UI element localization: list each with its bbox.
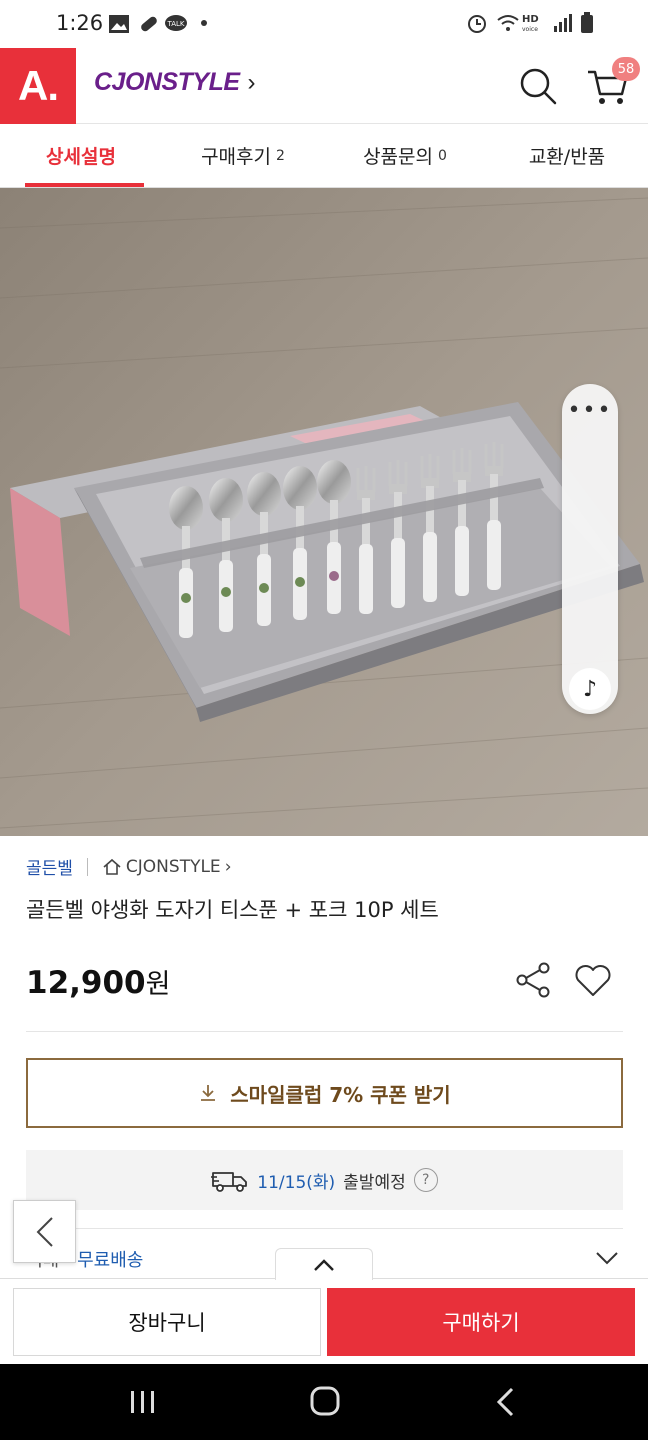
- tab-reviews[interactable]: 구매후기 2: [162, 124, 324, 187]
- product-photo: [0, 188, 648, 836]
- tab-count: 2: [276, 147, 285, 164]
- floating-side-panel: ••• ♪: [562, 384, 618, 714]
- price-currency: 원: [145, 969, 171, 1000]
- delivery-value: 무료배송: [77, 1250, 144, 1271]
- wifi-hd-icon: HDvoice: [497, 14, 539, 33]
- alarm-icon: [468, 15, 486, 33]
- dot-icon: [201, 20, 207, 26]
- back-button[interactable]: [13, 1200, 76, 1263]
- brand-chevron: ›: [247, 68, 256, 96]
- tab-exchange[interactable]: 교환/반품: [486, 124, 648, 187]
- pill-icon: [141, 16, 157, 32]
- help-icon[interactable]: ?: [413, 1168, 438, 1192]
- brand-row: 골든벨 CJONSTYLE ›: [26, 854, 232, 880]
- app-header: A. CJONSTYLE ›: [0, 48, 648, 124]
- home-nav-icon[interactable]: [310, 1386, 340, 1416]
- product-image[interactable]: [0, 188, 648, 836]
- product-price: 12,900원: [26, 962, 170, 1001]
- music-note-icon[interactable]: ♪: [569, 668, 611, 710]
- tab-count: 0: [438, 147, 447, 164]
- talk-icon: TALK: [165, 15, 187, 31]
- back-nav-icon[interactable]: [494, 1387, 518, 1417]
- collapse-toggle[interactable]: [275, 1248, 373, 1280]
- svg-text:voice: voice: [522, 26, 538, 33]
- status-time: 1:26: [56, 11, 104, 35]
- divider: [26, 1031, 623, 1032]
- coupon-label: 스마일클럽 7% 쿠폰 받기: [230, 1082, 451, 1107]
- product-brand-link[interactable]: 골든벨: [26, 854, 73, 879]
- status-bar: 1:26 TALK HD voice: [0, 0, 648, 48]
- shop-chevron: ›: [224, 856, 232, 877]
- home-icon: [103, 858, 121, 875]
- battery-icon: [581, 12, 593, 33]
- brand-name: CJONSTYLE: [94, 68, 240, 96]
- tab-label: 구매후기: [201, 146, 271, 168]
- signal-icon: [554, 14, 572, 32]
- search-icon[interactable]: [518, 66, 558, 106]
- heart-icon[interactable]: [574, 962, 612, 998]
- svg-text:TALK: TALK: [166, 20, 184, 28]
- download-icon: [201, 1085, 216, 1101]
- brand-link[interactable]: CJONSTYLE ›: [94, 68, 256, 97]
- shop-link[interactable]: CJONSTYLE ›: [102, 857, 232, 877]
- buy-now-button[interactable]: 구매하기: [327, 1288, 635, 1356]
- gallery-icon: [109, 15, 129, 33]
- shop-name: CJONSTYLE: [125, 856, 221, 877]
- shipping-date: 11/15(화): [257, 1172, 336, 1193]
- svg-text:HD: HD: [522, 14, 539, 25]
- chevron-up-icon: [314, 1258, 334, 1271]
- share-icon[interactable]: [514, 962, 554, 998]
- tab-label: 상세설명: [46, 146, 116, 168]
- tab-detail[interactable]: 상세설명: [0, 124, 162, 187]
- recent-apps-icon[interactable]: [126, 1389, 160, 1415]
- product-tabs: 상세설명 구매후기 2 상품문의 0 교환/반품: [0, 124, 648, 188]
- cart-badge: 58: [612, 57, 640, 81]
- coupon-button[interactable]: 스마일클럽 7% 쿠폰 받기: [26, 1058, 623, 1128]
- product-title: 골든벨 야생화 도자기 티스푼 + 포크 10P 세트: [26, 898, 439, 922]
- home-logo[interactable]: A.: [0, 48, 76, 124]
- shipping-info: 11/15(화) 출발예정 ?: [26, 1150, 623, 1210]
- chevron-down-icon[interactable]: [594, 1250, 620, 1266]
- divider: [86, 857, 88, 876]
- tab-label: 상품문의: [363, 146, 433, 168]
- system-nav-bar: [0, 1364, 648, 1440]
- more-icon[interactable]: •••: [562, 398, 618, 423]
- truck-icon: [211, 1172, 248, 1192]
- chevron-left-icon: [36, 1216, 53, 1247]
- tab-label: 교환/반품: [528, 146, 606, 168]
- status-right-icons: HD voice: [466, 12, 594, 34]
- add-to-cart-button[interactable]: 장바구니: [13, 1288, 321, 1356]
- tab-qna[interactable]: 상품문의 0: [324, 124, 486, 187]
- shipping-departure: 출발예정: [343, 1172, 406, 1193]
- price-value: 12,900: [26, 965, 146, 1001]
- divider: [26, 1228, 623, 1229]
